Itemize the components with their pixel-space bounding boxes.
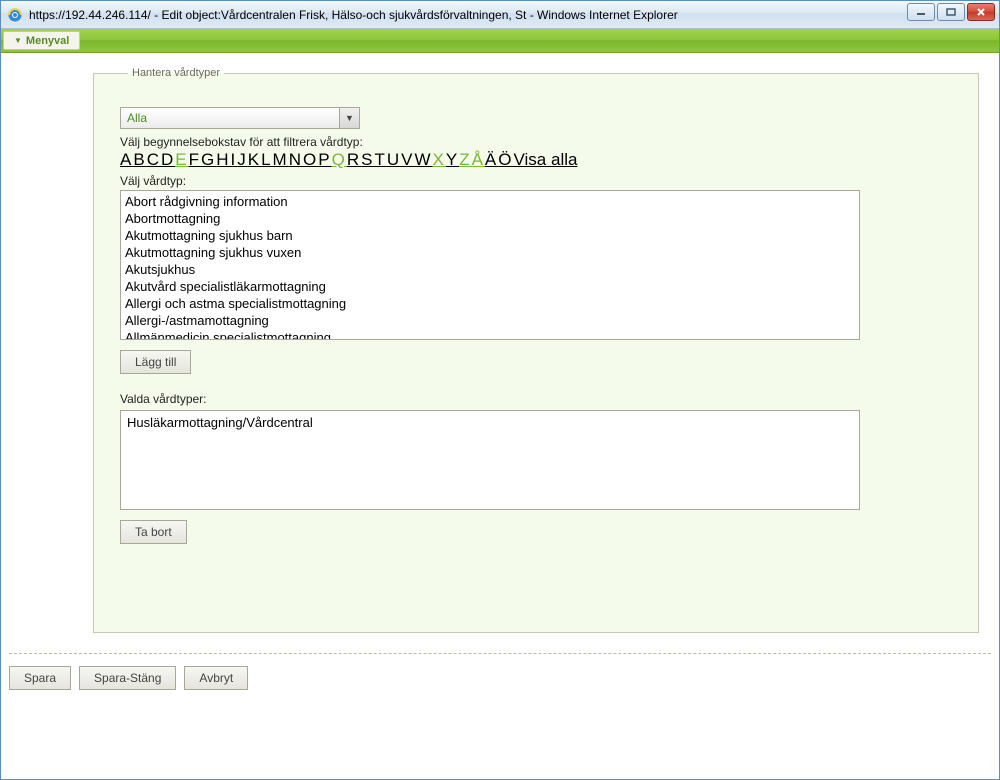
close-button[interactable] (967, 3, 995, 21)
main-content: Hantera vårdtyper Alla ▼ Välj begynnelse… (1, 53, 999, 633)
maximize-button[interactable] (937, 3, 965, 21)
remove-button[interactable]: Ta bort (120, 520, 187, 544)
save-close-button[interactable]: Spara-Stäng (79, 666, 176, 690)
cancel-button[interactable]: Avbryt (184, 666, 248, 690)
dropdown-value: Alla (127, 111, 147, 125)
letter-J[interactable]: J (237, 151, 248, 168)
letter-H[interactable]: H (216, 151, 230, 168)
letter-O[interactable]: O (303, 151, 318, 168)
letter-G[interactable]: G (201, 151, 216, 168)
minimize-button[interactable] (907, 3, 935, 21)
letter-P[interactable]: P (318, 151, 331, 168)
letter-Aring[interactable]: Å (472, 151, 485, 168)
list-item[interactable]: Allergi och astma specialistmottagning (125, 295, 855, 312)
chevron-down-icon: ▼ (339, 108, 359, 128)
available-listbox[interactable]: Abort rådgivning information Abortmottag… (120, 190, 860, 340)
window-titlebar: https://192.44.246.114/ - Edit object:Vå… (1, 1, 999, 29)
list-item[interactable]: Allergi-/astmamottagning (125, 312, 855, 329)
list-item[interactable]: Akutmottagning sjukhus vuxen (125, 244, 855, 261)
letter-K[interactable]: K (248, 151, 261, 168)
letter-X[interactable]: X (433, 151, 446, 168)
window-controls (907, 3, 995, 21)
list-item[interactable]: Akutsjukhus (125, 261, 855, 278)
menyval-menu[interactable]: ▼ Menyval (3, 31, 80, 50)
letter-A[interactable]: A (120, 151, 133, 168)
letter-C[interactable]: C (147, 151, 161, 168)
letter-L[interactable]: L (261, 151, 272, 168)
window-title: https://192.44.246.114/ - Edit object:Vå… (29, 8, 995, 22)
letter-Q[interactable]: Q (332, 151, 347, 168)
list-item[interactable]: Allmänmedicin specialistmottagning (125, 329, 855, 340)
letter-Auml[interactable]: Ä (485, 151, 498, 168)
selected-listbox[interactable]: Husläkarmottagning/Vårdcentral (120, 410, 860, 510)
letter-D[interactable]: D (161, 151, 175, 168)
list-item[interactable]: Akutmottagning sjukhus barn (125, 227, 855, 244)
chevron-down-icon: ▼ (14, 36, 22, 45)
selected-label: Valda vårdtyper: (120, 392, 952, 406)
category-dropdown[interactable]: Alla ▼ (120, 107, 360, 129)
letter-U[interactable]: U (387, 151, 401, 168)
save-button[interactable]: Spara (9, 666, 71, 690)
letter-M[interactable]: M (273, 151, 289, 168)
letter-V[interactable]: V (401, 151, 414, 168)
panel-legend: Hantera vårdtyper (128, 67, 224, 79)
menyval-label: Menyval (26, 35, 69, 47)
panel-hantera-vardtyper: Hantera vårdtyper Alla ▼ Välj begynnelse… (93, 67, 979, 633)
letter-S[interactable]: S (361, 151, 374, 168)
filter-label: Välj begynnelsebokstav för att filtrera … (120, 135, 952, 149)
show-all-link[interactable]: Visa alla (514, 151, 578, 168)
letter-I[interactable]: I (231, 151, 238, 168)
list-item[interactable]: Husläkarmottagning/Vårdcentral (127, 415, 853, 430)
list-label: Välj vårdtyp: (120, 174, 952, 188)
letter-T[interactable]: T (374, 151, 386, 168)
list-item[interactable]: Akutvård specialistläkarmottagning (125, 278, 855, 295)
letter-Y[interactable]: Y (446, 151, 459, 168)
letter-B[interactable]: B (133, 151, 146, 168)
menubar: ▼ Menyval (1, 29, 999, 53)
letter-W[interactable]: W (414, 151, 432, 168)
letter-Z[interactable]: Z (459, 151, 471, 168)
letter-N[interactable]: N (289, 151, 303, 168)
footer-separator (9, 653, 991, 654)
footer-buttons: Spara Spara-Stäng Avbryt (1, 662, 999, 690)
add-button[interactable]: Lägg till (120, 350, 191, 374)
list-item[interactable]: Abort rådgivning information (125, 193, 855, 210)
letter-F[interactable]: F (189, 151, 201, 168)
letter-E[interactable]: E (175, 151, 188, 168)
alphabet-filter: ABCDEFGHIJKLMNOPQRSTUVWXYZÅÄÖVisa alla (120, 151, 952, 168)
letter-R[interactable]: R (347, 151, 361, 168)
letter-Ouml[interactable]: Ö (498, 151, 513, 168)
ie-logo-icon (7, 7, 23, 23)
list-item[interactable]: Abortmottagning (125, 210, 855, 227)
